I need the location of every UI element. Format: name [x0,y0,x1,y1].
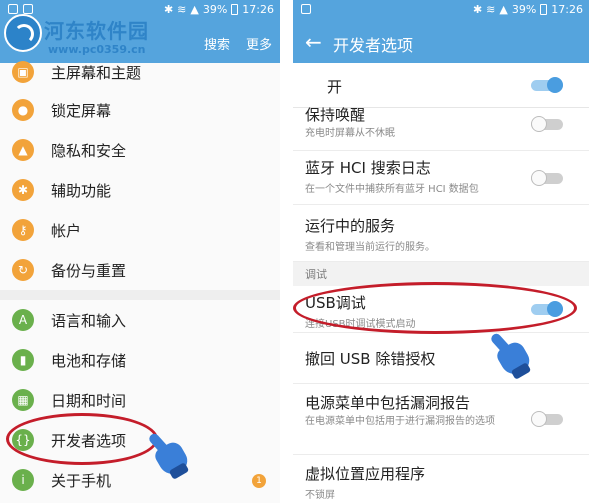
wifi-icon: ≋ [486,3,496,16]
pointer-hand-icon [147,431,192,480]
settings-item[interactable]: ● 锁定屏幕 [0,90,280,130]
watermark-url: www.pc0359.cn [48,43,146,56]
settings-item[interactable]: ▣ 主屏幕和主题 [0,52,280,92]
screen-gap [280,0,293,503]
developer-option-row[interactable]: 运行中的服务查看和管理当前运行的服务。 [293,205,589,262]
battery-percent: 39% [511,3,537,16]
notification-icon [23,4,33,14]
bluetooth-icon: ✱ [163,3,174,16]
highlight-ellipse-developer-options [6,413,158,465]
option-title: 撤回 USB 除错授权 [305,350,436,368]
notification-icon [8,4,18,14]
developer-option-row[interactable]: 电源菜单中包括漏洞报告在电源菜单中包括用于进行漏洞报告的选项 [293,384,589,455]
settings-item-label: 辅助功能 [51,182,112,200]
key-icon: ⚷ [12,219,34,241]
settings-item-label: 日期和时间 [51,392,127,410]
option-subtitle: 在一个文件中捕获所有蓝牙 HCI 数据包 [305,184,479,195]
settings-item-label: 主屏幕和主题 [51,64,142,82]
settings-item[interactable]: ⚷ 帐户 [0,210,280,250]
option-title: 运行中的服务 [305,217,396,235]
developer-app-bar: ← 开发者选项 [293,21,589,63]
watermark-title: 河东软件园 [44,19,149,43]
developer-option-row[interactable]: 保持唤醒充电时屏幕从不休眠 [293,106,589,151]
battery-icon [540,4,548,15]
option-subtitle: 充电时屏幕从不休眠 [305,128,395,139]
developer-master-toggle-row[interactable]: 开 [293,63,589,108]
clock: 17:26 [242,3,274,16]
wifi-icon: ≋ [177,3,187,16]
option-toggle-switch[interactable] [531,411,563,427]
settings-item[interactable]: A 语言和输入 [0,300,280,340]
option-title: 电源菜单中包括漏洞报告 [305,394,471,412]
developer-option-row[interactable]: 撤回 USB 除错授权 [293,333,589,384]
search-button[interactable]: 搜索 [204,34,230,53]
notification-icon [301,4,311,14]
settings-item-label: 关于手机 [51,472,112,490]
battery-icon: ▮ [12,349,34,371]
option-toggle-switch[interactable] [531,170,563,186]
developer-option-row[interactable]: 蓝牙 HCI 搜索日志在一个文件中捕获所有蓝牙 HCI 数据包 [293,151,589,205]
accessibility-icon: ✱ [12,179,34,201]
option-title: 虚拟位置应用程序 [305,465,426,483]
watermark-logo-icon [4,14,42,52]
clock: 17:26 [551,3,583,16]
privacy-icon: ▲ [12,139,34,161]
settings-item-label: 锁定屏幕 [51,102,112,120]
battery-percent: 39% [202,3,228,16]
lock-icon: ● [12,99,34,121]
signal-icon: ▲ [190,3,199,16]
page-title: 开发者选项 [333,36,414,55]
settings-item[interactable]: i 关于手机 1 [0,460,280,500]
section-header-label: 调试 [305,268,327,281]
more-button[interactable]: 更多 [246,34,272,53]
battery-icon [231,4,239,15]
settings-item[interactable]: ▮ 电池和存储 [0,340,280,380]
group-separator [0,290,280,300]
option-title: 保持唤醒 [305,106,366,124]
settings-item-label: 帐户 [51,222,82,240]
master-toggle-label: 开 [327,78,343,96]
option-subtitle: 在电源菜单中包括用于进行漏洞报告的选项 [305,416,495,427]
master-toggle-switch[interactable] [531,77,563,93]
bluetooth-icon: ✱ [472,3,483,16]
settings-item[interactable]: ↻ 备份与重置 [0,250,280,290]
option-subtitle: 查看和管理当前运行的服务。 [305,242,435,253]
pointer-hand-icon [489,331,534,380]
settings-item-label: 语言和输入 [51,312,127,330]
home-theme-icon: ▣ [12,61,34,83]
calendar-icon: ▦ [12,389,34,411]
settings-item-label: 备份与重置 [51,262,127,280]
signal-icon: ▲ [499,3,508,16]
status-bar: ✱ ≋ ▲ 39% 17:26 [293,0,589,21]
settings-item-label: 隐私和安全 [51,142,127,160]
developer-option-row[interactable]: 虚拟位置应用程序不锁屏 [293,455,589,503]
highlight-ellipse-usb-debugging [293,282,577,334]
update-badge: 1 [252,474,266,488]
developer-options-screen: ✱ ≋ ▲ 39% 17:26 ← 开发者选项 开 保持唤醒充电时屏幕从不休眠蓝… [293,0,589,503]
back-arrow-icon[interactable]: ← [305,30,322,54]
option-subtitle: 不锁屏 [305,490,335,501]
settings-item-label: 电池和存储 [51,352,127,370]
backup-icon: ↻ [12,259,34,281]
settings-item[interactable]: ▦ 日期和时间 [0,380,280,420]
info-icon: i [12,469,34,491]
settings-item[interactable]: ▲ 隐私和安全 [0,130,280,170]
language-icon: A [12,309,34,331]
option-title: 蓝牙 HCI 搜索日志 [305,159,431,177]
settings-item[interactable]: ✱ 辅助功能 [0,170,280,210]
option-toggle-switch[interactable] [531,116,563,132]
